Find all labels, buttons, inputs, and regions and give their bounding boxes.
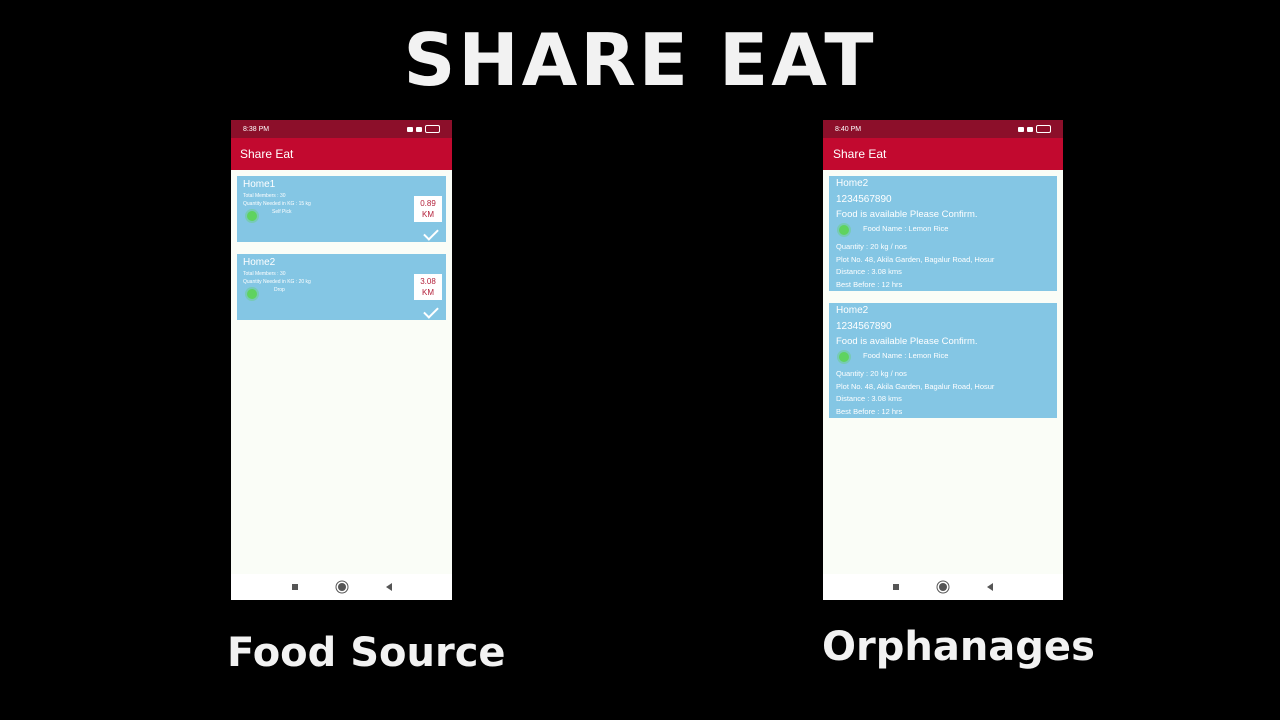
- orphanages-phone-screen: 8:40 PM Share Eat Home2 1234567890 Food …: [823, 120, 1063, 600]
- notification-icon: [407, 126, 413, 132]
- phone-number: 1234567890: [836, 194, 892, 205]
- card-title: Home2: [836, 305, 869, 316]
- card-title: Home1: [243, 179, 276, 190]
- quantity: Quantity : 20 kg / nos: [836, 242, 907, 251]
- check-icon[interactable]: [423, 303, 439, 319]
- recent-apps-icon[interactable]: [893, 584, 899, 590]
- address: Plot No. 48, Akila Garden, Bagalur Road,…: [836, 382, 995, 391]
- food-name: Food Name : Lemon Rice: [863, 351, 949, 360]
- wifi-icon: [1027, 126, 1033, 132]
- status-bar: 8:38 PM: [231, 120, 452, 138]
- address: Plot No. 48, Akila Garden, Bagalur Road,…: [836, 255, 995, 264]
- availability-message: Food is available Please Confirm.: [836, 209, 978, 220]
- quantity-needed: Quantity Needed in KG : 15 kg: [243, 201, 311, 207]
- orphanage-card[interactable]: Home1 Total Members : 30 Quantity Needed…: [237, 176, 446, 242]
- recent-apps-icon[interactable]: [291, 584, 298, 590]
- food-source-caption: Food Source: [227, 630, 506, 676]
- check-icon[interactable]: [423, 225, 439, 241]
- green-food-icon: [247, 211, 257, 221]
- app-bar: Share Eat: [823, 138, 1063, 170]
- app-title: Share Eat: [240, 147, 294, 161]
- food-name: Food Name : Lemon Rice: [863, 224, 949, 233]
- best-before: Best Before : 12 hrs: [836, 407, 903, 416]
- navigation-bar: [231, 574, 452, 600]
- app-title: Share Eat: [833, 147, 887, 161]
- page-title: SHARE EAT: [403, 18, 877, 102]
- best-before: Best Before : 12 hrs: [836, 280, 903, 289]
- distance-value: 3.08: [420, 277, 436, 286]
- status-bar: 8:40 PM: [823, 120, 1063, 138]
- quantity: Quantity : 20 kg / nos: [836, 369, 907, 378]
- distance-unit: KM: [422, 210, 434, 219]
- orphanages-caption: Orphanages: [822, 624, 1095, 670]
- home-icon[interactable]: [337, 583, 346, 591]
- total-members: Total Members : 30: [243, 271, 286, 277]
- card-title: Home2: [836, 178, 869, 189]
- status-icons: [1018, 125, 1051, 133]
- back-icon[interactable]: [987, 583, 993, 591]
- notification-icon: [1018, 126, 1024, 132]
- back-icon[interactable]: [385, 583, 392, 591]
- status-time: 8:38 PM: [243, 125, 270, 133]
- distance: Distance : 3.08 kms: [836, 267, 902, 276]
- total-members: Total Members : 30: [243, 193, 286, 199]
- status-time: 8:40 PM: [835, 125, 862, 133]
- delivery-mode: Drop: [274, 287, 285, 293]
- app-bar: Share Eat: [231, 138, 452, 170]
- battery-icon: [1036, 125, 1051, 133]
- food-offer-card[interactable]: Home2 1234567890 Food is available Pleas…: [829, 303, 1057, 418]
- distance-badge: 3.08 KM: [414, 274, 442, 300]
- green-food-icon: [839, 225, 849, 235]
- distance-value: 0.89: [420, 199, 436, 208]
- signal-icon: [416, 126, 422, 132]
- green-food-icon: [247, 289, 257, 299]
- green-food-icon: [839, 352, 849, 362]
- food-source-phone-screen: 8:38 PM Share Eat Home1 Total Members : …: [231, 120, 452, 600]
- distance: Distance : 3.08 kms: [836, 394, 902, 403]
- delivery-mode: Self Pick: [272, 209, 292, 215]
- battery-icon: [425, 125, 440, 133]
- availability-message: Food is available Please Confirm.: [836, 336, 978, 347]
- distance-unit: KM: [422, 288, 434, 297]
- home-icon[interactable]: [939, 583, 947, 591]
- distance-badge: 0.89 KM: [414, 196, 442, 222]
- phone-number: 1234567890: [836, 321, 892, 332]
- orphanage-card[interactable]: Home2 Total Members : 30 Quantity Needed…: [237, 254, 446, 320]
- status-icons: [407, 125, 440, 133]
- navigation-bar: [823, 574, 1063, 600]
- card-title: Home2: [243, 257, 276, 268]
- food-offer-card[interactable]: Home2 1234567890 Food is available Pleas…: [829, 176, 1057, 291]
- quantity-needed: Quantity Needed in KG : 20 kg: [243, 279, 311, 285]
